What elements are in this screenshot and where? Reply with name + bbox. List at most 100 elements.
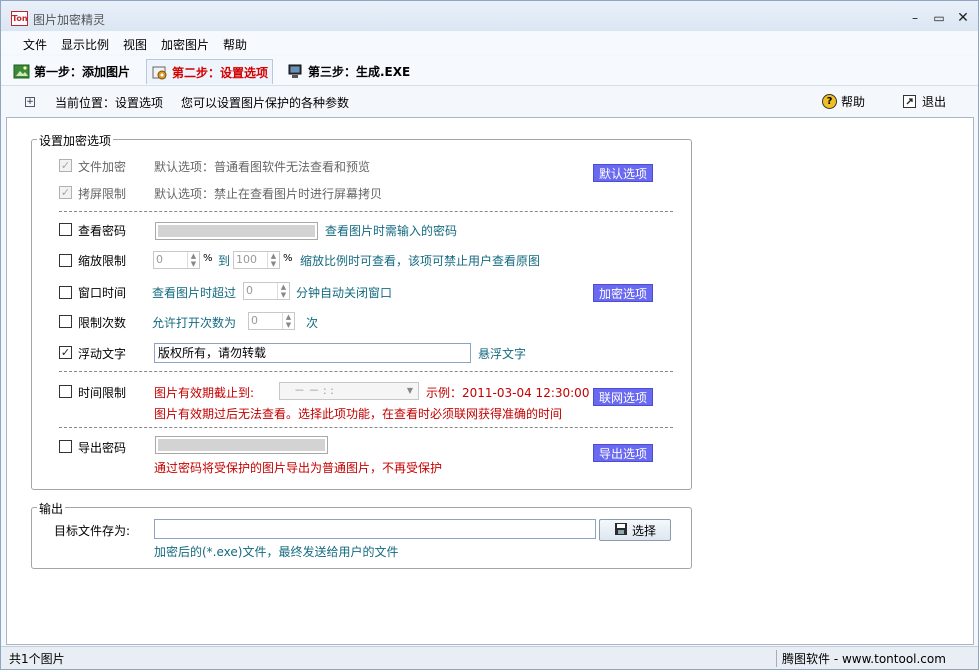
divider: [59, 371, 673, 372]
step3-build-exe-button[interactable]: 第三步：生成.EXE: [283, 59, 414, 84]
exit-label: 退出: [922, 95, 947, 109]
settings-icon: [151, 64, 168, 81]
exit-icon: [903, 95, 916, 108]
window-time-stepper[interactable]: 0 ▲ ▼: [243, 282, 290, 300]
expiry-date-picker[interactable]: － － : : ▼: [279, 382, 419, 400]
step-toolbar: 第一步：添加图片 第二步：设置选项 第三步：生成.EXE: [1, 56, 978, 86]
status-image-count: 共1个图片: [9, 652, 65, 666]
divider: [59, 427, 673, 428]
screen-limit-label: 拷屏限制: [78, 187, 127, 201]
current-location: 当前位置：设置选项: [55, 96, 164, 110]
zoom-limit-label: 缩放限制: [78, 254, 127, 268]
stepper-arrows-icon[interactable]: ▲ ▼: [187, 252, 199, 268]
stepper-arrows-icon[interactable]: ▲ ▼: [277, 283, 289, 299]
encrypt-options-button[interactable]: 加密选项: [593, 284, 653, 302]
zoom-max-value: 100: [236, 253, 257, 266]
time-limit-example: 示例：2011-03-04 12:30:00: [426, 386, 590, 400]
window-time-label: 窗口时间: [78, 286, 127, 300]
stepper-arrows-icon[interactable]: ▲ ▼: [267, 252, 279, 268]
minimize-button[interactable]: –: [906, 10, 924, 26]
exit-button[interactable]: 退出: [903, 93, 946, 110]
app-logo-icon: Ton: [11, 11, 28, 26]
stepper-arrows-icon[interactable]: ▲ ▼: [282, 313, 294, 329]
menu-view[interactable]: 视图: [123, 36, 147, 53]
target-file-label: 目标文件存为:: [54, 524, 131, 538]
output-legend: 输出: [37, 500, 66, 517]
time-limit-checkbox[interactable]: [59, 385, 72, 398]
target-file-input[interactable]: [154, 519, 596, 539]
divider: [59, 211, 673, 212]
view-password-label: 查看密码: [78, 224, 127, 238]
network-options-button[interactable]: 联网选项: [593, 388, 653, 406]
limit-count-prefix: 允许打开次数为: [152, 316, 237, 330]
menu-zoom[interactable]: 显示比例: [61, 36, 109, 53]
status-bar: 共1个图片 腾图软件 - www.tontool.com: [1, 646, 978, 669]
zoom-limit-hint: 缩放比例时可查看，该项可禁止用户查看原图: [300, 254, 541, 268]
zoom-limit-checkbox[interactable]: [59, 254, 72, 267]
screen-limit-checkbox[interactable]: ✓: [59, 186, 72, 199]
view-password-checkbox[interactable]: [59, 223, 72, 236]
limit-count-stepper[interactable]: 0 ▲ ▼: [248, 312, 295, 330]
default-options-button[interactable]: 默认选项: [593, 164, 653, 182]
float-text-checkbox[interactable]: ✓: [59, 346, 72, 359]
export-password-note: 通过密码将受保护的图片导出为普通图片，不再受保护: [154, 461, 443, 475]
close-button[interactable]: ✕: [954, 10, 972, 26]
time-limit-note: 图片有效期过后无法查看。选择此项功能，在查看时必须联网获得准确的时间: [154, 407, 563, 421]
export-options-button[interactable]: 导出选项: [593, 444, 653, 462]
step1-add-images-button[interactable]: 第一步：添加图片: [9, 59, 134, 84]
export-password-checkbox[interactable]: [59, 440, 72, 453]
chevron-down-icon[interactable]: ▼: [402, 383, 418, 399]
float-text-label: 浮动文字: [78, 347, 127, 361]
step3-label: 第三步：生成.EXE: [308, 65, 411, 79]
expiry-date-value: － － : :: [294, 384, 334, 397]
file-encrypt-label: 文件加密: [78, 160, 127, 174]
zoom-max-percent: %: [283, 253, 293, 264]
time-limit-prefix: 图片有效期截止到:: [154, 386, 255, 400]
add-image-icon: [13, 63, 30, 80]
file-encrypt-desc: 默认选项：普通看图软件无法查看和预览: [154, 160, 371, 174]
zoom-min-value: 0: [156, 253, 163, 266]
menu-bar: 文件 显示比例 视图 加密图片 帮助: [1, 32, 978, 54]
location-description: 您可以设置图片保护的各种参数: [181, 96, 350, 110]
limit-count-checkbox[interactable]: [59, 315, 72, 328]
step2-settings-tab[interactable]: 第二步：设置选项: [146, 59, 274, 84]
file-encrypt-checkbox[interactable]: ✓: [59, 159, 72, 172]
window-title: 图片加密精灵: [33, 13, 106, 27]
app-window: Ton 图片加密精灵 – ▭ ✕ 文件 显示比例 视图 加密图片 帮助 第一步：…: [0, 0, 979, 670]
view-password-hint: 查看图片时需输入的密码: [325, 224, 458, 238]
float-text-input[interactable]: 版权所有，请勿转载: [154, 343, 471, 363]
save-disk-icon: [614, 522, 628, 539]
help-label: 帮助: [841, 95, 866, 109]
build-exe-icon: [287, 63, 304, 80]
output-hint: 加密后的(*.exe)文件，最终发送给用户的文件: [154, 545, 399, 559]
window-time-suffix: 分钟自动关闭窗口: [296, 286, 393, 300]
view-password-input[interactable]: [155, 222, 318, 240]
limit-count-suffix: 次: [306, 316, 319, 330]
float-text-hint: 悬浮文字: [478, 347, 527, 361]
export-password-label: 导出密码: [78, 441, 127, 455]
zoom-min-percent: %: [203, 253, 213, 264]
step1-label: 第一步：添加图片: [34, 65, 131, 79]
maximize-button[interactable]: ▭: [930, 10, 948, 26]
export-password-input[interactable]: [155, 436, 328, 454]
window-time-prefix: 查看图片时超过: [152, 286, 237, 300]
menu-file[interactable]: 文件: [23, 36, 47, 53]
status-divider: [776, 650, 777, 667]
time-limit-label: 时间限制: [78, 386, 127, 400]
window-time-checkbox[interactable]: [59, 286, 72, 299]
title-bar: Ton 图片加密精灵 – ▭ ✕: [1, 1, 978, 31]
help-icon: ?: [822, 94, 837, 109]
window-time-value: 0: [246, 284, 253, 297]
help-button[interactable]: ? 帮助: [822, 93, 865, 110]
screen-limit-desc: 默认选项：禁止在查看图片时进行屏幕拷贝: [154, 187, 383, 201]
limit-count-label: 限制次数: [78, 316, 127, 330]
encrypt-options-legend: 设置加密选项: [37, 132, 114, 149]
menu-help[interactable]: 帮助: [223, 36, 247, 53]
zoom-max-stepper[interactable]: 100 ▲ ▼: [233, 251, 280, 269]
limit-count-value: 0: [251, 314, 258, 327]
zoom-min-stepper[interactable]: 0 ▲ ▼: [153, 251, 200, 269]
select-label: 选择: [631, 523, 656, 538]
expand-icon[interactable]: +: [25, 97, 35, 107]
menu-encrypt[interactable]: 加密图片: [161, 36, 209, 53]
select-file-button[interactable]: 选择: [599, 519, 671, 541]
